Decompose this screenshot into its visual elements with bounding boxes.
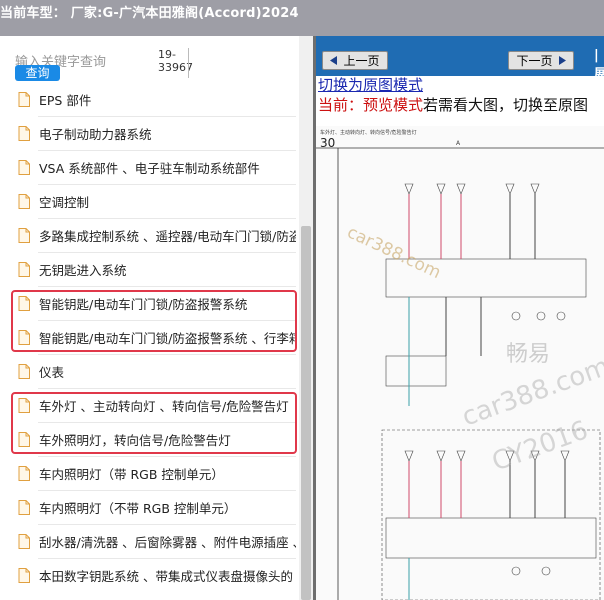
tree-item-label: EPS 部件 [39,92,92,108]
tree-item-label: 空调控制 [39,194,90,210]
vehicle-model-title: 当前车型： 厂家:G-广汽本田雅阁(Accord)2024 [0,6,299,21]
page-navigation-bar: 上一页 下一页 |展 [316,36,604,82]
tree-item[interactable]: EPS 部件 [18,82,296,116]
tree-item[interactable]: 本田数字钥匙系统 、带集成式仪表盘摄像头的 [18,558,296,592]
search-button[interactable]: 查询 [15,65,60,81]
document-icon [18,91,30,107]
tree-item-label: 刮水器/清洗器 、后窗除雾器 、附件电源插座 、 [39,534,296,550]
watermark: 畅易 [506,342,550,367]
text-cursor [188,48,189,78]
expand-toggle[interactable]: |展 [594,48,604,82]
switch-to-original-link[interactable]: 切换为原图模式 [318,74,423,95]
arrow-left-icon [330,56,338,65]
tree-item-label: 多路集成控制系统 、遥控器/电动车门门锁/防盗 [39,228,296,244]
highlight-box-smart-key [11,290,297,352]
tree-item[interactable]: 电子制动助力器系统 [18,116,296,150]
left-panel: 输入关键字查询 查询 19- 33967 EPS 部件 电子制动助力器系统 VSA … [0,36,313,600]
document-icon [18,261,30,277]
tree-item[interactable]: 空调控制 [18,184,296,218]
wiring-diagram[interactable]: 30 车外灯、主动转向灯、转向信号/危险警告灯 A car388.com 畅易 … [316,126,604,600]
viewer-panel: 上一页 下一页 |展 切换为原图模式 当前：预览模式若需看大图，切换至原图 30… [316,36,604,600]
page-number: 30 [320,136,335,150]
tree-item[interactable]: 无钥匙进入系统 [18,252,296,286]
tree-item-label: 车内照明灯（带 RGB 控制单元） [39,466,224,482]
document-icon [18,159,30,175]
document-icon [18,533,30,549]
tree-item[interactable]: 刮水器/清洗器 、后窗除雾器 、附件电源插座 、 [18,524,296,558]
next-page-button[interactable]: 下一页 [508,51,574,70]
tree-item-label: 仪表 [39,364,65,380]
mode-indicator: 当前：预览模式若需看大图，切换至原图 [318,96,589,114]
tree-scrollbar[interactable] [299,36,313,600]
document-icon [18,363,30,379]
tree-item-label: VSA 系统部件 、电子驻车制动系统部件 [39,160,260,176]
tree-item[interactable]: 车内照明灯（带 RGB 控制单元） [18,456,296,490]
tree-scrollbar-thumb[interactable] [301,226,311,600]
document-icon [18,567,30,583]
diagram-title: 车外灯、主动转向灯、转向信号/危险警告灯 [320,129,417,136]
document-icon [18,499,30,515]
tree-item-label: 无钥匙进入系统 [39,262,127,278]
tree-item-label: 车内照明灯（不带 RGB 控制单元） [39,500,237,516]
prev-page-button[interactable]: 上一页 [322,51,388,70]
document-icon [18,227,30,243]
tree-item-label: 本田数字钥匙系统 、带集成式仪表盘摄像头的 [39,568,293,584]
title-bar: 当前车型： 厂家:G-广汽本田雅阁(Accord)2024 [0,0,604,36]
tree-item[interactable]: 车内照明灯（不带 RGB 控制单元） [18,490,296,524]
tree-item-label: 电子制动助力器系统 [39,126,152,142]
tree-item[interactable]: VSA 系统部件 、电子驻车制动系统部件 [18,150,296,184]
highlight-box-exterior-lights [11,392,297,454]
tree-item[interactable]: 仪表 [18,354,296,388]
tree-item[interactable]: 多路集成控制系统 、遥控器/电动车门门锁/防盗 [18,218,296,252]
document-icon [18,465,30,481]
document-icon [18,125,30,141]
arrow-right-icon [558,56,566,65]
document-icon [18,193,30,209]
